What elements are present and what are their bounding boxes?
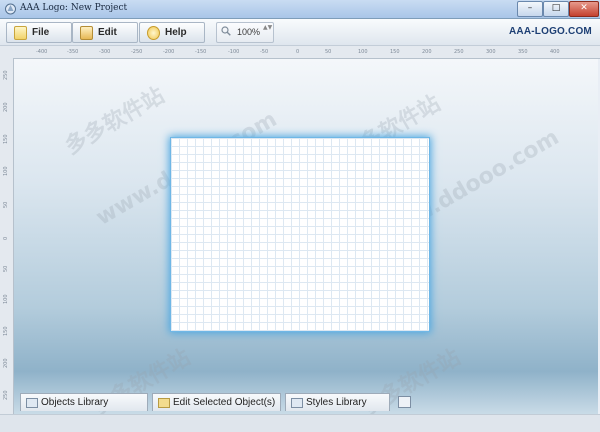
edit-menu-button[interactable]: Edit [72, 22, 138, 43]
status-bar [0, 414, 600, 432]
ruler-tick-label: -250 [131, 49, 143, 55]
file-menu-label: File [32, 27, 50, 38]
ruler-tick-label: -100 [228, 49, 240, 55]
app-logo-icon [5, 3, 16, 15]
ruler-tick-label: -350 [67, 49, 79, 55]
magnifier-icon [221, 26, 231, 36]
ruler-tick-label: 250 [454, 49, 464, 55]
watermark-text: 多多软件站 [61, 83, 169, 160]
ruler-tick-label: 100 [3, 166, 9, 176]
minimize-button[interactable]: – [517, 1, 543, 17]
file-icon [14, 26, 27, 40]
edit-menu-label: Edit [98, 27, 117, 38]
ruler-tick-label: 0 [3, 236, 9, 240]
ruler-tick-label: -400 [36, 49, 48, 55]
ruler-tick-label: 50 [3, 201, 9, 208]
tab-styles-library[interactable]: Styles Library [285, 393, 390, 411]
help-menu-button[interactable]: Help [139, 22, 205, 43]
panel-toggle-icon[interactable] [398, 396, 411, 408]
ruler-tick-label: 200 [3, 358, 9, 368]
close-icon: ✕ [580, 3, 588, 13]
close-button[interactable]: ✕ [569, 1, 599, 17]
ruler-tick-label: 50 [3, 265, 9, 272]
ruler-tick-label: 150 [390, 49, 400, 55]
minimize-icon: – [527, 3, 533, 13]
zoom-value[interactable]: 100% [237, 27, 260, 37]
title-bar[interactable]: AAA Logo: New Project – □ ✕ [0, 0, 600, 19]
ruler-tick-label: 200 [422, 49, 432, 55]
ruler-tick-label: -200 [163, 49, 175, 55]
library-icon [26, 398, 38, 408]
ruler-tick-label: -150 [195, 49, 207, 55]
zoom-control[interactable]: 100% ▲▼ [216, 22, 274, 43]
help-menu-label: Help [165, 27, 187, 38]
logo-canvas[interactable] [171, 138, 429, 331]
tab-objects-library[interactable]: Objects Library [20, 393, 148, 411]
ruler-tick-label: 100 [358, 49, 368, 55]
window-title: AAA Logo: New Project [20, 3, 128, 13]
ruler-tick-label: 300 [486, 49, 496, 55]
ruler-tick-label: 150 [3, 134, 9, 144]
maximize-icon: □ [551, 3, 561, 13]
file-menu-button[interactable]: File [6, 22, 72, 43]
tab-label: Styles Library [306, 397, 367, 408]
app-window: AAA Logo: New Project – □ ✕ File Edit He… [0, 0, 600, 432]
tab-label: Objects Library [41, 397, 109, 408]
tab-label: Edit Selected Object(s) [173, 397, 276, 408]
ruler-tick-label: 400 [550, 49, 560, 55]
ruler-tick-label: 50 [325, 49, 332, 55]
ruler-tick-label: 100 [3, 294, 9, 304]
ruler-tick-label: 150 [3, 326, 9, 336]
ruler-tick-label: 350 [518, 49, 528, 55]
edit-object-icon [158, 398, 170, 408]
tab-edit-selected-objects[interactable]: Edit Selected Object(s) [152, 393, 281, 411]
ruler-tick-label: 200 [3, 102, 9, 112]
zoom-stepper-icon[interactable]: ▲▼ [263, 24, 272, 39]
styles-icon [291, 398, 303, 408]
vertical-ruler: 250 200 150 100 50 0 50 100 150 200 250 [0, 58, 14, 418]
ruler-tick-label: -50 [260, 49, 269, 55]
help-icon [147, 26, 160, 40]
design-workspace[interactable]: 多多软件站www.ddooo.com多多软件站www.ddooo.com多多软件… [14, 59, 598, 422]
ruler-tick-label: 250 [3, 70, 9, 80]
main-toolbar: File Edit Help 100% ▲▼ AAA-LOGO.COM [0, 19, 600, 46]
horizontal-ruler: -400 -350 -300 -250 -200 -150 -100 -50 0 50 100 150… [0, 46, 600, 59]
edit-icon [80, 26, 93, 40]
ruler-tick-label: 250 [3, 390, 9, 400]
ruler-tick-label: 0 [296, 49, 300, 55]
ruler-tick-label: -300 [99, 49, 111, 55]
brand-link[interactable]: AAA-LOGO.COM [509, 26, 592, 37]
maximize-button[interactable]: □ [543, 1, 569, 17]
bottom-panel-tabs: Objects Library Edit Selected Object(s) … [14, 393, 600, 413]
